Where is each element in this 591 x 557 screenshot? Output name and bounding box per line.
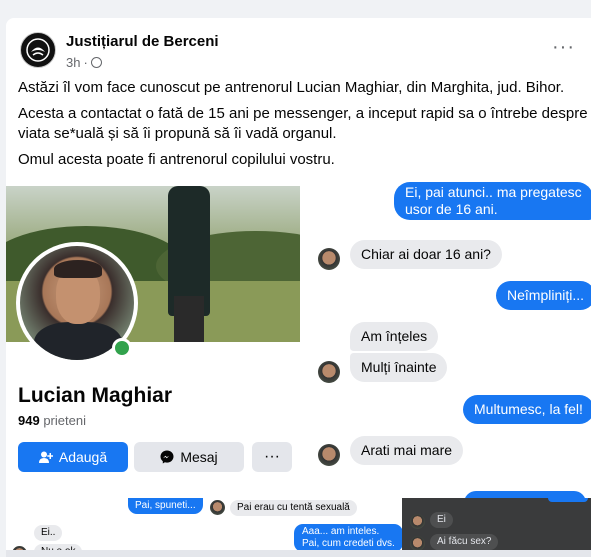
chat-message-out: Ei, pai atunci.. ma pregatesc usor de 16… bbox=[394, 182, 591, 220]
chat-message-in: Mulți înainte bbox=[350, 353, 448, 382]
sender-avatar bbox=[410, 536, 425, 551]
chat-message-in: Ei bbox=[430, 512, 453, 528]
sender-avatar bbox=[210, 500, 225, 515]
sender-avatar bbox=[318, 361, 340, 383]
chat-message-out: Multumesc, la fel! bbox=[463, 395, 591, 424]
divider bbox=[6, 550, 591, 557]
post-image[interactable]: Lucian Maghiar 949 prieteni Adaugă Mesaj… bbox=[6, 182, 591, 557]
chat-message-out: Neîmpliniți... bbox=[496, 281, 591, 310]
page-name[interactable]: Justițiarul de Berceni bbox=[66, 33, 219, 50]
chat-message-out: Aaa... am inteles. Pai, cum credeti dvs. bbox=[294, 524, 403, 552]
chat-message-out: Pai, spuneti... bbox=[128, 498, 203, 514]
post-paragraph: Omul acesta poate fi antrenorul copilulu… bbox=[18, 151, 335, 168]
chat-screenshot-strip: Pai, spuneti... Pai erau cu tentă sexual… bbox=[6, 498, 591, 557]
add-friend-icon bbox=[38, 451, 53, 463]
more-icon[interactable]: ··· bbox=[552, 37, 575, 57]
chat-message-in: Pai erau cu tentă sexuală bbox=[230, 500, 357, 516]
post-paragraph: Astăzi îl vom face cunoscut pe antrenoru… bbox=[18, 79, 565, 96]
chat-message-in: Ai făcu sex? bbox=[430, 534, 499, 550]
sender-avatar bbox=[318, 248, 340, 270]
profile-card: Lucian Maghiar 949 prieteni Adaugă Mesaj… bbox=[6, 186, 304, 478]
post-header: Justițiarul de Berceni 3h · ··· bbox=[18, 30, 591, 74]
sender-avatar bbox=[318, 444, 340, 466]
chat-message-in: Ei.. bbox=[34, 525, 63, 541]
sender-avatar bbox=[410, 514, 425, 529]
post-text: Astăzi îl vom face cunoscut pe antrenoru… bbox=[18, 78, 588, 176]
profile-name: Lucian Maghiar bbox=[18, 384, 173, 407]
chat-message-in: Am înțeles bbox=[350, 322, 439, 351]
post-meta: 3h · bbox=[66, 55, 102, 70]
dark-chat-screenshot: Ei Ai făcu sex? bbox=[402, 498, 591, 551]
page-avatar[interactable] bbox=[20, 32, 56, 68]
post-paragraph: Acesta a contactat o fată de 15 ani pe m… bbox=[18, 105, 588, 142]
messenger-icon bbox=[160, 450, 174, 464]
post-time[interactable]: 3h bbox=[66, 55, 80, 70]
page-logo-icon bbox=[26, 38, 50, 62]
add-friend-button: Adaugă bbox=[18, 442, 128, 472]
online-status-icon bbox=[112, 338, 132, 358]
chat-screenshot: Ei, pai atunci.. ma pregatesc usor de 16… bbox=[304, 182, 591, 503]
friends-count: 949 prieteni bbox=[18, 413, 86, 428]
profile-more-button: ··· bbox=[252, 442, 292, 472]
globe-icon bbox=[90, 57, 102, 68]
facebook-post: Justițiarul de Berceni 3h · ··· Astăzi î… bbox=[6, 18, 591, 557]
chat-message-in: Chiar ai doar 16 ani? bbox=[350, 240, 502, 269]
message-button: Mesaj bbox=[134, 442, 244, 472]
chat-message-in: Arati mai mare bbox=[350, 436, 464, 465]
